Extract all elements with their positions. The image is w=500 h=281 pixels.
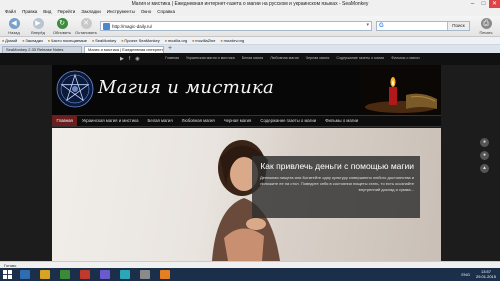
top-link-love-magic[interactable]: Любовная магия — [270, 56, 298, 60]
scroll-top-icon[interactable]: ▲ — [480, 164, 489, 173]
top-link-films[interactable]: Фильмы о магии — [391, 56, 419, 60]
url-input[interactable] — [112, 22, 362, 30]
top-link-home[interactable]: Главная — [165, 56, 179, 60]
site-top-bar: ▶ f ◉ Главная Украинская магия и мистика… — [0, 53, 500, 65]
site-favicon-icon — [103, 23, 110, 30]
nav-love-magic[interactable]: Любовная магия — [177, 116, 219, 126]
windows-start-icon[interactable] — [3, 270, 12, 279]
stop-button[interactable]: ✕ Остановить — [74, 18, 98, 35]
taskbar-app-3[interactable] — [100, 270, 110, 279]
side-share-icons: ● ● ▲ — [480, 138, 490, 177]
google-icon: G — [379, 23, 384, 29]
site-header: Магия и мистика — [52, 65, 441, 115]
navigation-toolbar: ◀ Назад ▶ Вперёд ↻ Обновить ✕ Остановить… — [0, 16, 500, 37]
menu-tools[interactable]: Инструменты — [107, 8, 135, 16]
taskbar-app-1[interactable] — [60, 270, 70, 279]
new-tab-icon[interactable]: + — [168, 45, 172, 52]
windows-taskbar: ENG 13:57 29.01.2015 — [0, 268, 500, 281]
bookmark-bookmarks[interactable]: Закладки — [22, 37, 42, 44]
bookmark-mozillazine[interactable]: mozillaZine — [192, 37, 215, 44]
bookmark-seamonkey-project[interactable]: Проект SeaMonkey — [121, 37, 159, 44]
menu-go[interactable]: Перейти — [57, 8, 75, 16]
main-navigation: Главная Украинская магия и мистика Белая… — [52, 115, 441, 127]
bookmark-seamonkey[interactable]: SeaMonkey — [92, 37, 116, 44]
hero-slider[interactable]: Как привлечь деньги с помощью магии Дене… — [52, 128, 441, 261]
bookmark-home[interactable]: Домой — [2, 37, 17, 44]
top-link-black-magic[interactable]: Черная магия — [306, 56, 330, 60]
taskbar-app-explorer[interactable] — [40, 270, 50, 279]
menu-window[interactable]: Окно — [141, 8, 151, 16]
taskbar-app-2[interactable] — [80, 270, 90, 279]
site-logo[interactable]: Магия и мистика — [98, 77, 274, 98]
taskbar-app-5[interactable] — [140, 270, 150, 279]
menu-bookmarks[interactable]: Закладки — [81, 8, 100, 16]
maximize-button[interactable]: □ — [478, 0, 489, 8]
back-button[interactable]: ◀ Назад — [2, 18, 26, 35]
print-button[interactable]: ⎙ Печать — [474, 18, 498, 35]
tab-bar: SeaMonkey 2.33 Release Notes Магия и мис… — [0, 45, 500, 53]
nav-home[interactable]: Главная — [52, 116, 78, 126]
status-bar: Готово — [0, 261, 500, 268]
taskbar-app-6[interactable] — [160, 270, 170, 279]
back-arrow-icon: ◀ — [8, 18, 20, 29]
forward-button[interactable]: ▶ Вперёд — [26, 18, 50, 35]
nav-black-magic[interactable]: Черная магия — [219, 116, 256, 126]
taskbar-app-seamonkey[interactable] — [20, 270, 30, 279]
top-link-contents[interactable]: Содержание газеты о магии — [336, 56, 384, 60]
bookmark-icon[interactable]: ● — [480, 151, 489, 160]
minimize-button[interactable]: – — [467, 0, 478, 8]
menu-view[interactable]: Вид — [43, 8, 51, 16]
taskbar-clock[interactable]: 13:57 29.01.2015 — [476, 269, 496, 279]
top-link-ukrainian-magic[interactable]: Украинская магия и мистика — [186, 56, 235, 60]
bookmark-mozilla[interactable]: mozilla.org — [165, 37, 187, 44]
window-title: Магия и мистика | Ежедневная интернет-га… — [131, 1, 369, 7]
taskbar-app-4[interactable] — [120, 270, 130, 279]
reload-button[interactable]: ↻ Обновить — [50, 18, 74, 35]
menu-file[interactable]: Файл — [5, 8, 16, 16]
printer-icon: ⎙ — [480, 18, 492, 29]
hero-caption: Как привлечь деньги с помощью магии Дене… — [252, 156, 420, 218]
share-icon[interactable]: ● — [480, 138, 489, 147]
menu-edit[interactable]: Правка — [22, 8, 37, 16]
menu-bar: Файл Правка Вид Перейти Закладки Инструм… — [0, 8, 500, 16]
hero-excerpt: Денежная нищета или Богатейте одну культ… — [259, 175, 414, 192]
close-button[interactable]: ✕ — [489, 0, 500, 8]
forward-arrow-icon: ▶ — [32, 18, 44, 29]
search-box[interactable]: G Поиск — [376, 21, 470, 31]
menu-help[interactable]: Справка — [157, 8, 175, 16]
address-bar[interactable]: ▾ — [100, 21, 372, 31]
hero-title[interactable]: Как привлечь деньги с помощью магии — [258, 161, 414, 171]
tab-magic-site[interactable]: Магия и мистика | Ежедневная интернет... — [84, 46, 164, 53]
web-page: ▶ f ◉ Главная Украинская магия и мистика… — [0, 53, 500, 261]
chevron-down-icon[interactable]: ▾ — [366, 22, 369, 28]
tray-language[interactable]: ENG — [461, 270, 470, 279]
nav-contents[interactable]: Содержание газеты о магии — [256, 116, 321, 126]
bookmark-most-visited[interactable]: Часто посещаемые — [48, 37, 87, 44]
facebook-icon[interactable]: f — [129, 56, 130, 62]
bookmarks-bar: Домой Закладки Часто посещаемые SeaMonke… — [0, 37, 500, 45]
youtube-icon[interactable]: ▶ — [120, 56, 124, 62]
nav-ukrainian-magic[interactable]: Украинская магия и мистика — [77, 116, 143, 126]
tab-release-notes[interactable]: SeaMonkey 2.33 Release Notes — [2, 46, 82, 53]
reload-icon: ↻ — [56, 18, 68, 29]
window-titlebar: Магия и мистика | Ежедневная интернет-га… — [0, 0, 500, 8]
clock-date: 29.01.2015 — [475, 274, 496, 279]
candle-icon — [361, 65, 441, 115]
nav-white-magic[interactable]: Белая магия — [143, 116, 177, 126]
pentagram-icon — [56, 70, 94, 108]
top-link-white-magic[interactable]: Белая магия — [242, 56, 264, 60]
rss-icon[interactable]: ◉ — [135, 56, 139, 62]
stop-icon: ✕ — [80, 18, 92, 29]
nav-films[interactable]: Фильмы о магии — [321, 116, 363, 126]
search-button[interactable]: Поиск — [447, 22, 469, 30]
bookmark-mozdev[interactable]: mozdev.org — [221, 37, 245, 44]
